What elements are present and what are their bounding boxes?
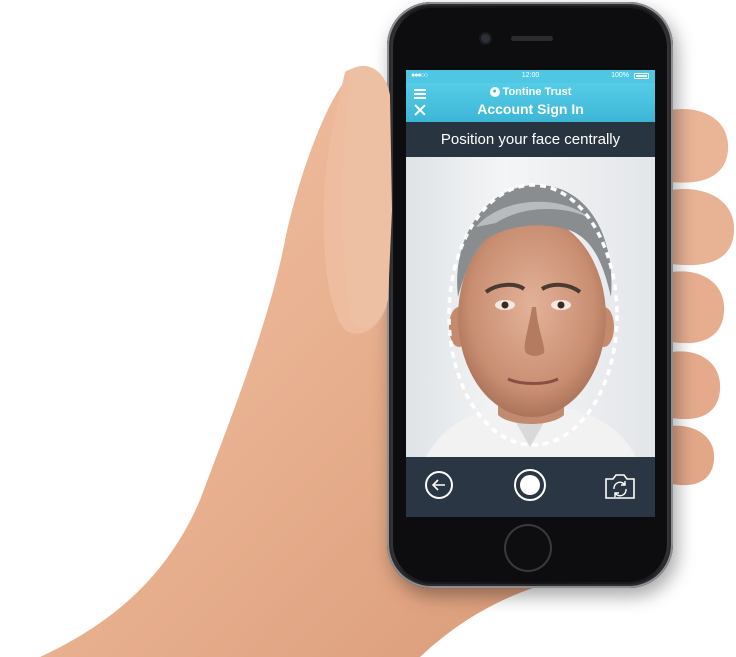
- page-title: Account Sign In: [477, 101, 584, 117]
- brand: ● Tontine Trust: [406, 86, 655, 98]
- battery-icon: [634, 73, 649, 79]
- camera-controls: [406, 457, 655, 517]
- brand-name: Tontine Trust: [502, 86, 572, 98]
- camera-flip-icon: [605, 474, 635, 499]
- lock-icon: ●: [489, 87, 500, 98]
- arrow-left-circle-icon: [431, 479, 445, 491]
- home-button[interactable]: [506, 526, 550, 570]
- back-button[interactable]: [425, 471, 453, 499]
- instruction-text: Position your face centrally: [406, 122, 655, 157]
- battery-level: 100%: [611, 72, 629, 79]
- front-camera-icon: [481, 34, 490, 43]
- phone: ●●●○○ 12:00 100% ● Tontine Trust Account …: [387, 2, 673, 588]
- camera-preview: [406, 157, 655, 457]
- phone-screen: ●●●○○ 12:00 100% ● Tontine Trust Account …: [406, 70, 655, 517]
- thumb-overlay: [342, 65, 392, 329]
- flip-camera-button[interactable]: [604, 472, 636, 500]
- earpiece-speaker: [511, 36, 553, 41]
- status-bar: ●●●○○ 12:00 100%: [406, 70, 655, 83]
- face-photo: [426, 183, 636, 457]
- capture-button[interactable]: [514, 469, 546, 501]
- scene: ●●●○○ 12:00 100% ● Tontine Trust Account …: [0, 0, 736, 657]
- app-header: ● Tontine Trust Account Sign In: [406, 83, 655, 122]
